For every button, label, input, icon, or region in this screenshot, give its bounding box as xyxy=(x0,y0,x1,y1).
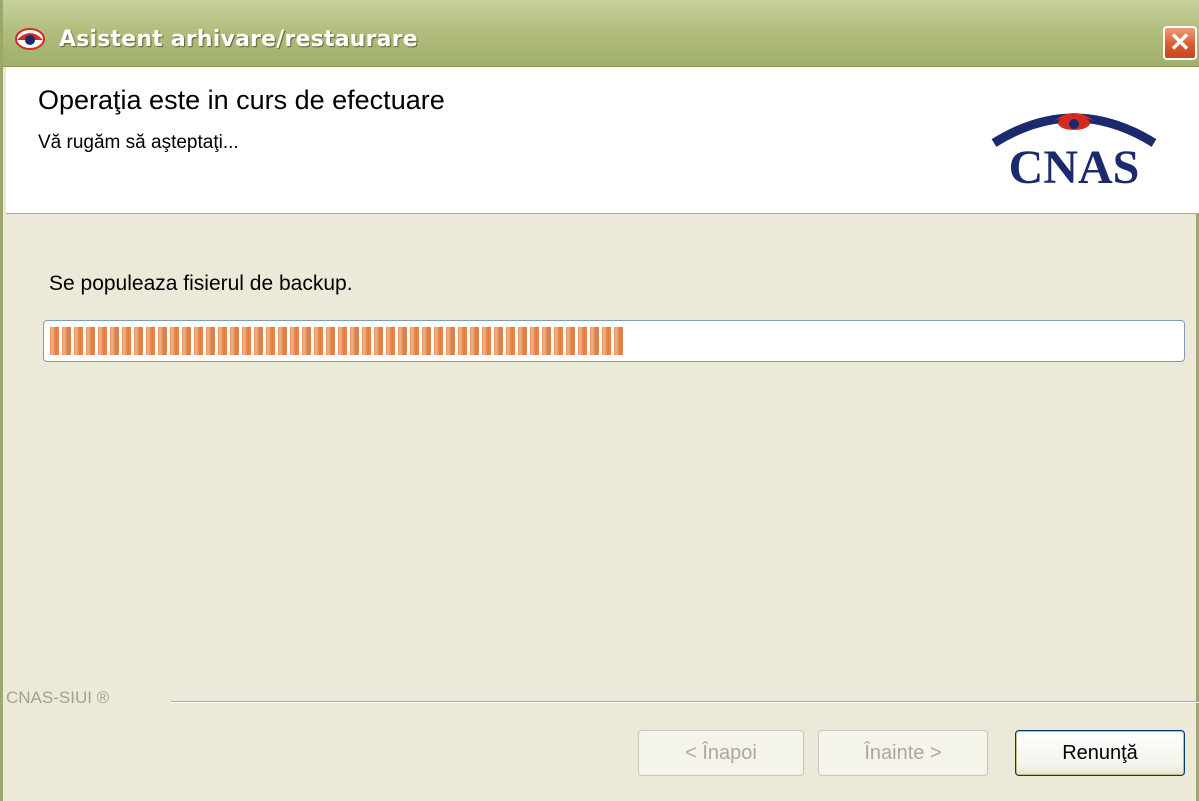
progress-bar xyxy=(43,320,1185,362)
cancel-button[interactable]: Renunţă xyxy=(1015,730,1185,776)
title-bar[interactable]: Asistent arhivare/restaurare ✕ xyxy=(3,0,1199,67)
next-button[interactable]: Înainte > xyxy=(818,730,988,776)
page-subtitle: Vă rugăm să aşteptaţi... xyxy=(38,132,239,153)
progress-fill xyxy=(50,327,625,355)
close-icon[interactable]: ✕ xyxy=(1163,26,1197,60)
cnas-logo: CNAS xyxy=(991,113,1157,191)
wizard-window: Asistent arhivare/restaurare ✕ Operaţia … xyxy=(0,0,1199,801)
wizard-header: Operaţia este in curs de efectuare Vă ru… xyxy=(6,67,1199,214)
footer-separator xyxy=(171,701,1199,703)
status-text: Se populeaza fisierul de backup. xyxy=(49,272,353,295)
branding-label: CNAS-SIUI ® xyxy=(6,688,118,708)
logo-text: CNAS xyxy=(1009,141,1140,191)
cnas-eye-icon xyxy=(15,28,45,50)
back-button[interactable]: < Înapoi xyxy=(638,730,804,776)
page-title: Operaţia este in curs de efectuare xyxy=(38,85,445,115)
window-title: Asistent arhivare/restaurare xyxy=(59,27,418,52)
